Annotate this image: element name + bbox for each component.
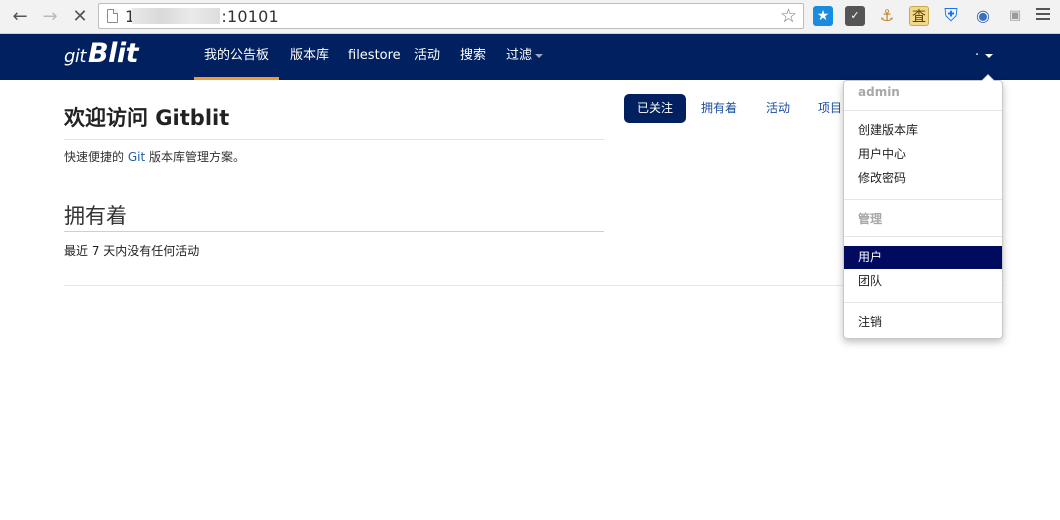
section-title-owned: 拥有着 bbox=[64, 204, 127, 228]
close-icon[interactable]: ✕ bbox=[69, 6, 91, 28]
menu-item-user-center[interactable]: 用户中心 bbox=[844, 143, 1002, 166]
nav-dashboard[interactable]: 我的公告板 bbox=[194, 34, 280, 80]
arrow-right-icon[interactable]: → bbox=[39, 6, 61, 28]
key-extension-icon[interactable]: ⚓ bbox=[877, 6, 897, 26]
nav-search[interactable]: 搜索 bbox=[460, 34, 486, 80]
chevron-down-icon bbox=[985, 53, 994, 58]
user-dropdown-menu: admin 创建版本库 用户中心 修改密码 管理 用户 团队 注销 bbox=[843, 74, 1003, 339]
shield-extension-icon[interactable]: ⛨ bbox=[941, 6, 961, 26]
tab-activity[interactable]: 活动 bbox=[753, 94, 803, 123]
menu-item-teams[interactable]: 团队 bbox=[844, 270, 1002, 293]
bookmark-star-extension-icon[interactable]: ★ bbox=[813, 6, 833, 26]
page-description: 快速便捷的 Git 版本库管理方案。 bbox=[64, 148, 245, 165]
menu-item-new-repository[interactable]: 创建版本库 bbox=[844, 119, 1002, 142]
section-divider bbox=[64, 231, 604, 232]
gitblit-logo[interactable]: gitBlit bbox=[64, 38, 138, 69]
top-navbar: gitBlit 我的公告板 版本库 filestore 活动 搜索 过滤 · bbox=[0, 34, 1060, 80]
dictionary-extension-icon[interactable]: 査 bbox=[909, 6, 929, 26]
dropdown-divider bbox=[844, 199, 1002, 200]
menu-item-change-password[interactable]: 修改密码 bbox=[844, 167, 1002, 190]
sitemap-extension-icon[interactable]: ▣ bbox=[1005, 6, 1025, 26]
nav-filters[interactable]: 过滤 bbox=[506, 34, 544, 80]
no-activity-message: 最近 7 天内没有任何活动 bbox=[64, 244, 200, 258]
nav-filestore[interactable]: filestore bbox=[348, 34, 401, 80]
dropdown-divider bbox=[844, 302, 1002, 303]
description-text-after: 版本库管理方案。 bbox=[145, 150, 245, 164]
menu-item-users[interactable]: 用户 bbox=[844, 246, 1002, 269]
translate-extension-icon[interactable]: ◉ bbox=[973, 6, 993, 26]
tab-owned[interactable]: 拥有着 bbox=[688, 94, 750, 123]
nav-repositories[interactable]: 版本库 bbox=[290, 34, 329, 80]
star-icon[interactable]: ☆ bbox=[780, 5, 797, 27]
dropdown-header-admin: 管理 bbox=[858, 212, 883, 226]
browser-menu-icon[interactable] bbox=[1036, 8, 1050, 23]
dropdown-header-user: admin bbox=[858, 85, 900, 99]
title-divider bbox=[64, 139, 604, 140]
menu-item-logout[interactable]: 注销 bbox=[844, 311, 1002, 334]
user-name: · bbox=[975, 48, 980, 63]
dropdown-divider bbox=[844, 110, 1002, 111]
description-text-before: 快速便捷的 bbox=[64, 150, 128, 164]
page-title: 欢迎访问 Gitblit bbox=[64, 106, 230, 130]
page-icon bbox=[107, 9, 118, 23]
nav-filters-label: 过滤 bbox=[506, 48, 533, 63]
pocket-icon[interactable]: ✓ bbox=[845, 6, 865, 26]
dropdown-divider bbox=[844, 236, 1002, 237]
git-link[interactable]: Git bbox=[128, 150, 145, 164]
nav-activity[interactable]: 活动 bbox=[414, 34, 440, 80]
redacted-url-mask bbox=[132, 8, 220, 24]
browser-toolbar: ← → ✕ 1:10101 ☆ ★ ✓ ⚓ 査 ⛨ ◉ ▣ bbox=[0, 0, 1060, 34]
arrow-left-icon[interactable]: ← bbox=[9, 6, 31, 28]
tab-starred[interactable]: 已关注 bbox=[624, 94, 687, 123]
chevron-down-icon bbox=[535, 53, 544, 58]
